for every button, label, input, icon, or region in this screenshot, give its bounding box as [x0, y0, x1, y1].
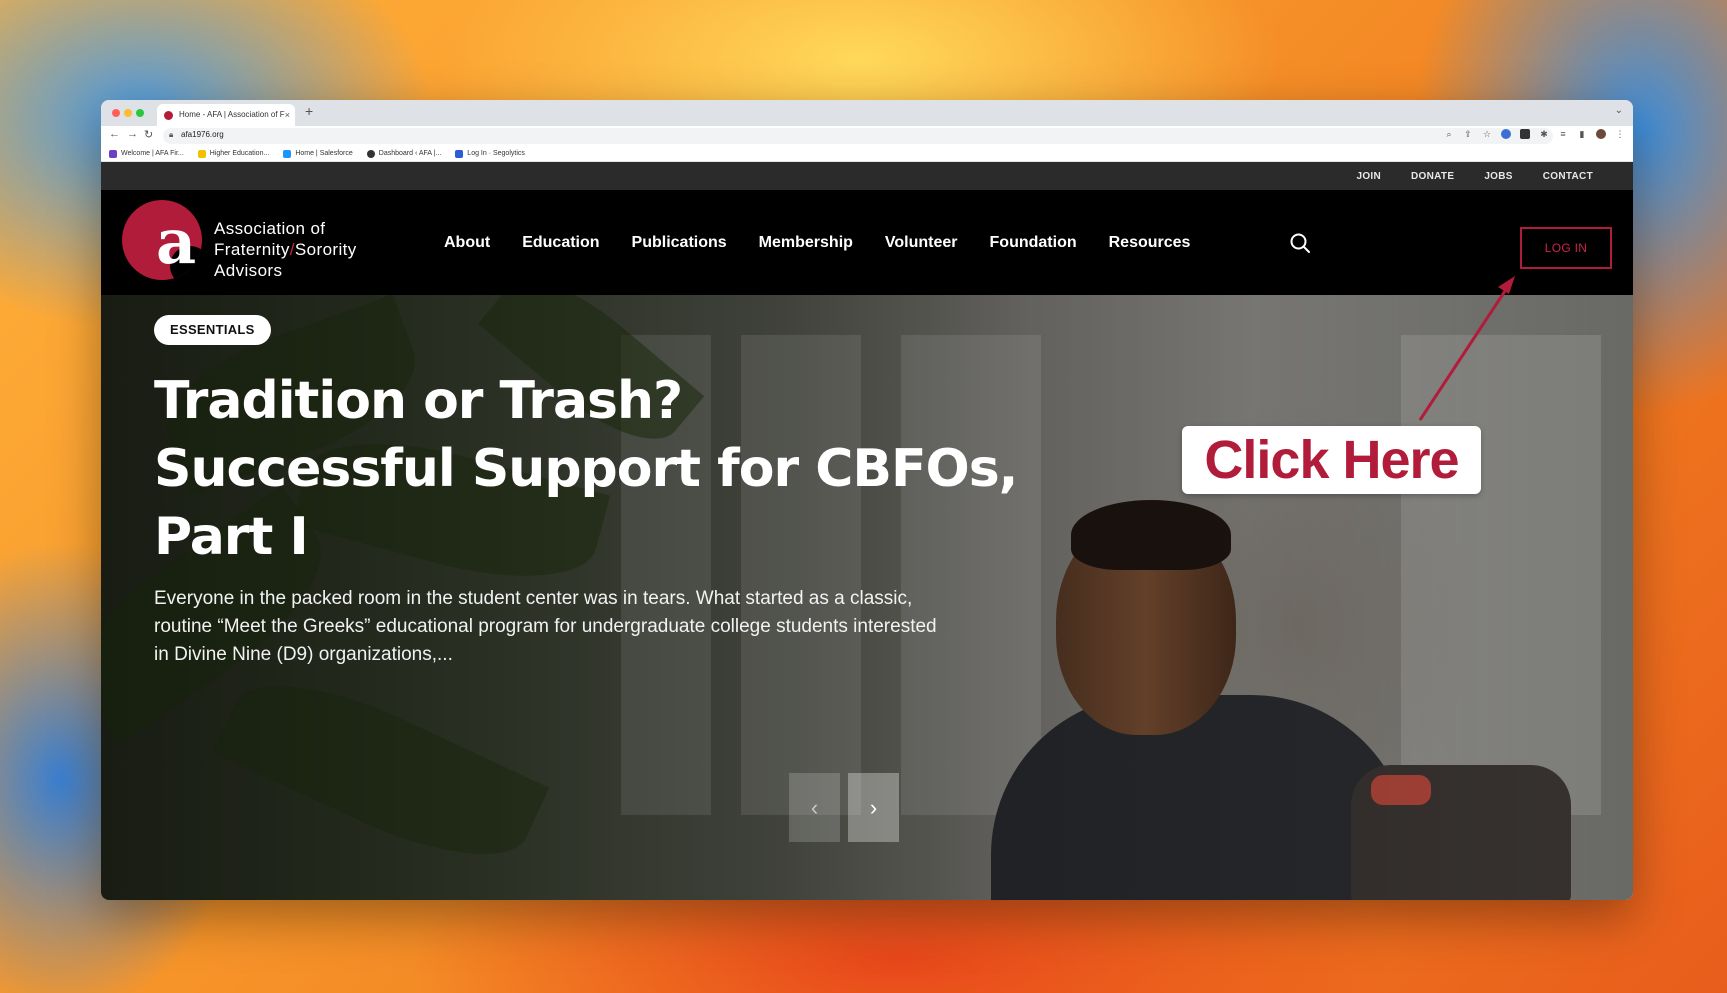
extensions-puzzle-icon[interactable]: ✱	[1539, 129, 1549, 139]
browser-toolbar: ← → ↻ 🔒︎ afa1976.org ⌕ ⇪ ☆ ✱ ≡ ▮ ⋮	[101, 126, 1633, 146]
bookmark-item[interactable]: Home | Salesforce	[283, 149, 353, 158]
bookmark-label: Welcome | AFA Fir...	[121, 150, 184, 157]
logo-line-3: Advisors	[214, 261, 283, 280]
contact-link[interactable]: CONTACT	[1543, 171, 1593, 182]
join-link[interactable]: JOIN	[1356, 171, 1381, 182]
bookmark-favicon-icon	[197, 149, 206, 158]
more-menu-icon[interactable]: ⋮	[1615, 129, 1625, 139]
logo-letter: a	[156, 205, 197, 278]
bookmark-label: Higher Education...	[209, 150, 270, 157]
headline-line: Successful Support for CBFOs,	[154, 439, 1018, 499]
headline-line: Tradition or Trash?	[154, 371, 683, 431]
headline-line: Part I	[154, 507, 309, 567]
logo-word-fraternity: Fraternity	[214, 240, 290, 259]
nav-menu: About Education Publications Membership …	[444, 190, 1190, 295]
nav-item-volunteer[interactable]: Volunteer	[885, 234, 958, 252]
bookmarks-bar: Welcome | AFA Fir... Higher Education...…	[101, 146, 1633, 162]
nav-item-membership[interactable]: Membership	[759, 234, 853, 252]
extension-blue-icon[interactable]	[1501, 129, 1511, 139]
bookmark-favicon-icon	[366, 149, 375, 158]
category-badge[interactable]: ESSENTIALS	[154, 315, 271, 345]
click-here-callout: Click Here	[1182, 426, 1481, 494]
tab-title: Home - AFA | Association of F	[179, 110, 285, 119]
bookmark-label: Log In · Segolytics	[467, 150, 525, 157]
hero-excerpt: Everyone in the packed room in the stude…	[154, 588, 937, 665]
bookmark-label: Dashboard ‹ AFA |...	[378, 150, 442, 157]
extension-dark-icon[interactable]	[1520, 129, 1530, 139]
new-tab-button[interactable]: +	[305, 103, 313, 119]
tab-search-chevron-icon[interactable]: ⌄	[1615, 105, 1623, 116]
bookmark-item[interactable]: Welcome | AFA Fir...	[109, 149, 184, 158]
side-panel-icon[interactable]: ▮	[1577, 129, 1587, 139]
toolbar-actions: ⌕ ⇪ ☆ ✱ ≡ ▮ ⋮	[1444, 129, 1625, 139]
slider-prev-button[interactable]: ‹	[789, 773, 840, 842]
bookmark-favicon-icon	[455, 149, 464, 158]
search-icon[interactable]	[1289, 232, 1311, 254]
nav-item-resources[interactable]: Resources	[1109, 234, 1191, 252]
lock-icon: 🔒︎	[169, 130, 174, 139]
bookmark-item[interactable]: Dashboard ‹ AFA |...	[366, 149, 442, 158]
close-window-button[interactable]	[112, 109, 120, 117]
tab-bar: Home - AFA | Association of F × + ⌄	[101, 100, 1633, 126]
bookmark-star-icon[interactable]: ☆	[1482, 129, 1492, 139]
back-arrow-icon[interactable]: ←	[109, 128, 120, 140]
afa-favicon-icon	[164, 111, 173, 120]
zoom-icon[interactable]: ⌕	[1444, 129, 1454, 139]
zoom-window-button[interactable]	[136, 109, 144, 117]
browser-tab-active[interactable]: Home - AFA | Association of F ×	[157, 104, 295, 126]
bookmark-label: Home | Salesforce	[295, 150, 353, 157]
logo-word-sorority: Sorority	[294, 240, 357, 259]
bookmark-item[interactable]: Log In · Segolytics	[455, 149, 525, 158]
donate-link[interactable]: DONATE	[1411, 171, 1454, 182]
main-navigation: a Association of Fraternity/Sorority Adv…	[101, 190, 1633, 295]
nav-item-education[interactable]: Education	[522, 234, 599, 252]
slider-next-button[interactable]: ›	[848, 773, 899, 842]
chevron-right-icon: ›	[869, 794, 878, 820]
bookmark-item[interactable]: Higher Education...	[197, 149, 270, 158]
login-button[interactable]: LOG IN	[1520, 227, 1612, 269]
utility-bar: JOIN DONATE JOBS CONTACT	[101, 162, 1633, 190]
nav-item-publications[interactable]: Publications	[632, 234, 727, 252]
jobs-link[interactable]: JOBS	[1484, 171, 1512, 182]
minimize-window-button[interactable]	[124, 109, 132, 117]
hero-carousel: ESSENTIALS Tradition or Trash? Successfu…	[101, 295, 1633, 900]
logo-line-2: Fraternity/Sorority	[214, 239, 357, 260]
afa-logo-icon[interactable]: a	[122, 200, 202, 280]
nav-item-foundation[interactable]: Foundation	[990, 234, 1077, 252]
nav-item-about[interactable]: About	[444, 234, 490, 252]
hero-headline[interactable]: Tradition or Trash? Successful Support f…	[154, 367, 1054, 571]
profile-avatar-icon[interactable]	[1596, 129, 1606, 139]
tab-close-icon[interactable]: ×	[285, 104, 290, 126]
bookmark-favicon-icon	[283, 149, 292, 158]
share-icon[interactable]: ⇪	[1463, 129, 1473, 139]
reload-icon[interactable]: ↻	[144, 128, 153, 141]
forward-arrow-icon[interactable]: →	[127, 128, 138, 140]
url-text: afa1976.org	[181, 130, 224, 139]
bookmark-favicon-icon	[109, 149, 117, 158]
logo-wordmark[interactable]: Association of Fraternity/Sorority Advis…	[214, 218, 357, 281]
browser-window: Home - AFA | Association of F × + ⌄ ← → …	[101, 100, 1633, 900]
logo-line-1: Association of	[214, 219, 326, 238]
address-bar[interactable]: 🔒︎ afa1976.org	[163, 128, 1553, 144]
chevron-left-icon: ‹	[810, 794, 819, 820]
reading-list-icon[interactable]: ≡	[1558, 129, 1568, 139]
